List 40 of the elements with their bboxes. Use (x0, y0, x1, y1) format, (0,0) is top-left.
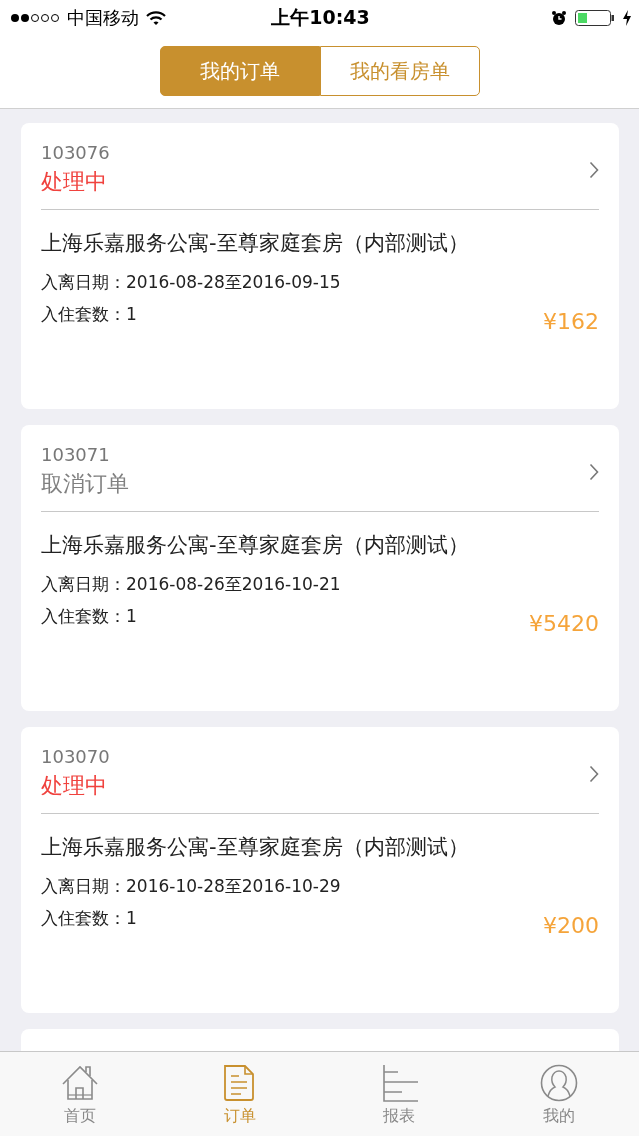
order-number: 103070 (41, 745, 110, 769)
charging-icon (623, 10, 631, 26)
room-count: 入住套数：1 (41, 303, 137, 326)
order-number: 103076 (41, 141, 110, 165)
order-status: 取消订单 (41, 470, 129, 498)
segment-tab[interactable]: 我的订单 (159, 46, 320, 96)
stay-dates: 入离日期：2016-08-28至2016-09-15 (41, 271, 342, 294)
tab-bar-item[interactable]: 首页 (0, 1052, 160, 1136)
signal-icon (10, 13, 60, 23)
hotel-title: 上海乐嘉服务公寓-至尊家庭套房（内部测试） (41, 532, 470, 559)
battery-icon (575, 9, 615, 27)
bar-chart-icon (380, 1064, 419, 1102)
order-card[interactable]: 103071 取消订单 上海乐嘉服务公寓-至尊家庭套房（内部测试） 入离日期：2016-08-26至2016-10-21 入住套数：1 ¥5420 (21, 425, 619, 711)
room-count: 入住套数：1 (41, 605, 137, 628)
chevron-right-icon (589, 161, 599, 179)
hotel-title: 上海乐嘉服务公寓-至尊家庭套房（内部测试） (41, 230, 470, 257)
tab-bar-item[interactable]: 报表 (319, 1052, 480, 1136)
status-time: 上午10:43 (271, 5, 370, 30)
stay-dates: 入离日期：2016-10-28至2016-10-29 (41, 875, 342, 898)
order-status: 处理中 (41, 772, 108, 800)
tab-bar-item[interactable]: 我的 (479, 1052, 639, 1136)
hotel-title: 上海乐嘉服务公寓-至尊家庭套房（内部测试） (41, 834, 470, 861)
alarm-icon (551, 10, 567, 26)
chevron-right-icon (589, 463, 599, 481)
order-status: 处理中 (41, 168, 108, 196)
carrier-name: 中国移动 (67, 6, 139, 30)
user-icon (540, 1064, 579, 1102)
order-price: ¥200 (543, 913, 599, 938)
order-number: 103071 (41, 443, 111, 467)
stay-dates: 入离日期：2016-08-26至2016-10-21 (41, 573, 342, 596)
order-card[interactable]: 103076 处理中 上海乐嘉服务公寓-至尊家庭套房（内部测试） 入离日期：2016-08-28至2016-09-15 入住套数：1 ¥162 (21, 123, 619, 409)
tab-bar-item[interactable]: 订单 (159, 1052, 320, 1136)
segment-tab[interactable]: 我的看房单 (319, 46, 480, 96)
order-card[interactable]: 103070 处理中 上海乐嘉服务公寓-至尊家庭套房（内部测试） 入离日期：2016-10-28至2016-10-29 入住套数：1 ¥200 (21, 727, 619, 1013)
home-icon (60, 1064, 99, 1102)
room-count: 入住套数：1 (41, 907, 137, 930)
wifi-icon (146, 10, 166, 26)
order-price: ¥5420 (529, 611, 599, 636)
order-price: ¥162 (543, 309, 599, 334)
chevron-right-icon (589, 765, 599, 783)
